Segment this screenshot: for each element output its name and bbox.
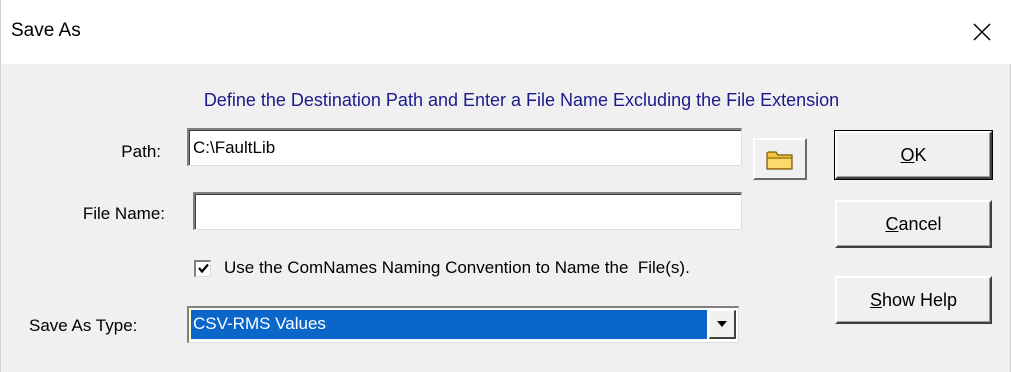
show-help-button-label: how Help bbox=[881, 289, 958, 310]
save-as-type-selected-value: CSV-RMS Values bbox=[190, 309, 708, 340]
close-icon bbox=[973, 23, 991, 41]
file-name-input[interactable] bbox=[193, 192, 742, 230]
save-as-type-label: Save As Type: bbox=[29, 316, 138, 335]
comnames-checkbox-label: Use the ComNames Naming Convention to Na… bbox=[224, 258, 690, 277]
ok-button-label: K bbox=[914, 144, 927, 165]
path-label: Path: bbox=[121, 142, 161, 161]
cancel-button[interactable]: Cancel bbox=[835, 200, 992, 248]
ok-button-mnemonic: O bbox=[900, 144, 915, 165]
show-help-button-mnemonic: S bbox=[869, 289, 882, 310]
dropdown-button[interactable] bbox=[709, 310, 736, 339]
window-title: Save As bbox=[11, 20, 81, 41]
folder-icon bbox=[766, 151, 793, 170]
comnames-checkbox[interactable] bbox=[194, 259, 211, 277]
instruction-text: Define the Destination Path and Enter a … bbox=[203, 90, 840, 110]
close-button[interactable] bbox=[952, 0, 1011, 64]
save-as-dialog: Save As Define the Destination Path and … bbox=[0, 0, 1011, 372]
cancel-button-mnemonic: C bbox=[885, 213, 899, 234]
chevron-down-icon bbox=[717, 321, 727, 327]
check-icon bbox=[197, 263, 209, 274]
show-help-button[interactable]: Show Help bbox=[835, 276, 992, 324]
browse-folder-button[interactable] bbox=[753, 138, 807, 180]
title-bar: Save As bbox=[1, 0, 1011, 64]
file-name-label: File Name: bbox=[82, 204, 165, 223]
cancel-button-label: ancel bbox=[898, 213, 942, 234]
save-as-type-select[interactable]: CSV-RMS Values bbox=[187, 306, 739, 343]
path-input[interactable] bbox=[187, 128, 742, 166]
comnames-checkbox-row[interactable]: Use the ComNames Naming Convention to Na… bbox=[194, 258, 690, 278]
ok-button[interactable]: OK bbox=[834, 130, 993, 180]
